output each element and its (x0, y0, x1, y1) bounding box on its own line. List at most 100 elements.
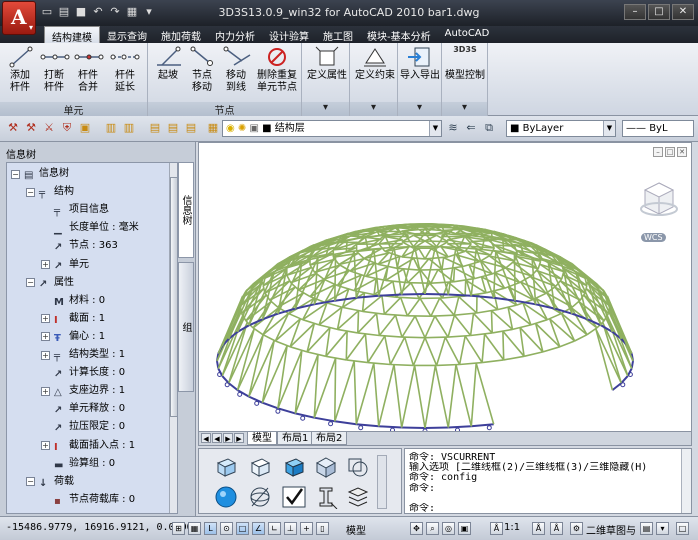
expand-icon[interactable]: + (41, 314, 50, 324)
tree-scrollbar[interactable] (169, 163, 177, 513)
side-tab-group[interactable]: 组 (178, 262, 194, 392)
viewport-close-icon[interactable]: ✕ (677, 147, 687, 157)
folder-icon[interactable]: ▤ (166, 121, 180, 135)
tree-item[interactable]: ▁ 长度单位 : 毫米 (54, 221, 139, 235)
layer-state-icon[interactable]: ≋ (446, 121, 460, 135)
tree-item[interactable]: ╤ 结构 (39, 185, 74, 199)
qp-icon[interactable]: ▯ (316, 522, 329, 535)
shape-overlap-icon[interactable] (345, 455, 371, 479)
annotation-scale-icon[interactable]: Å (490, 522, 503, 535)
tree-item[interactable]: ↗ 计算长度 : 0 (54, 366, 125, 380)
coordinate-readout[interactable]: -15486.9779, 16916.9121, 0.0000 (6, 522, 193, 533)
properties-icon[interactable]: ▥ (122, 121, 136, 135)
otrack-icon[interactable]: ∠ (252, 522, 265, 535)
ribbon-tab[interactable]: 内力分析 (208, 26, 262, 43)
linetype-combo[interactable]: ■ ByLayer ▼ (506, 120, 616, 137)
chevron-down-icon[interactable]: ▾ (398, 102, 441, 116)
scrollbar-thumb[interactable] (170, 177, 177, 417)
model-space-label[interactable]: 模型 (346, 522, 366, 537)
cube-realistic-icon[interactable] (313, 455, 339, 479)
tree-item[interactable]: M 材料 : 0 (54, 294, 105, 308)
last-layout-icon[interactable]: ▶ (234, 433, 244, 443)
tree-item[interactable]: ↗ 单元释放 : 0 (54, 402, 125, 416)
palette-scrollbar[interactable] (377, 455, 387, 509)
expand-icon[interactable]: + (41, 332, 50, 342)
axe-icon[interactable]: ⚔ (42, 121, 56, 135)
snap-icon[interactable]: ⊞ (172, 522, 185, 535)
zoom-icon[interactable]: ⌕ (426, 522, 439, 535)
node-move-button[interactable]: 节点 移动 (188, 45, 216, 94)
define-property-button[interactable]: 定义属性 (306, 45, 348, 82)
cube-hidden-icon[interactable] (247, 455, 273, 479)
properties-icon[interactable]: ▥ (104, 121, 118, 135)
cube-shaded-icon[interactable] (281, 455, 307, 479)
delete-duplicate-button[interactable]: 删除重复 单元节点 (254, 45, 300, 94)
ribbon-tab[interactable]: 施工图 (316, 26, 360, 43)
layer-previous-icon[interactable]: ⇐ (464, 121, 478, 135)
ribbon-tab[interactable]: 设计验算 (262, 26, 316, 43)
tree-item[interactable]: ↗ 节点 : 363 (54, 239, 118, 253)
prev-layout-icon[interactable]: ◀ (212, 433, 222, 443)
tree-item[interactable]: ↗ 属性 (39, 276, 74, 290)
first-layout-icon[interactable]: ◀ (201, 433, 211, 443)
tree-item[interactable]: Ŧ 偏心 : 1 (54, 330, 105, 344)
model-control-button[interactable]: 3D3S 模型控制 (444, 45, 486, 82)
workspace-gear-icon[interactable]: ⚙ (570, 522, 583, 535)
layer-stack-icon[interactable] (345, 485, 371, 509)
collapse-icon[interactable]: − (11, 169, 20, 179)
grid-icon[interactable]: ▦ (188, 522, 201, 535)
ribbon-tab[interactable]: AutoCAD (438, 26, 497, 43)
layer-iso-icon[interactable]: ⧉ (482, 121, 496, 135)
collapse-icon[interactable]: − (26, 187, 35, 197)
ribbon-tab[interactable]: 模块-基本分析 (360, 26, 438, 43)
expand-icon[interactable]: + (41, 441, 50, 450)
layout-tab-layout2[interactable]: 布局2 (311, 432, 348, 445)
auto-scale-icon[interactable]: Å (550, 522, 563, 535)
extend-member-button[interactable]: 杆件 延长 (108, 45, 142, 94)
command-window[interactable]: 命令: VSCURRENT 输入选项 [二维线框(2)/三维线框(3)/三维隐藏(… (404, 448, 692, 514)
sphere-icon[interactable] (213, 485, 239, 509)
tree-item[interactable]: I 截面 : 1 (54, 312, 105, 326)
tree-item[interactable]: ▤ 信息树 (24, 167, 69, 181)
ducs-icon[interactable]: ∟ (268, 522, 281, 535)
layer-manager-icon[interactable]: ▦ (206, 121, 220, 135)
tree-item[interactable]: ↗ 拉压限定 : 0 (54, 420, 125, 434)
isolate-icon[interactable]: ▾ (656, 522, 669, 535)
viewcube-icon[interactable] (639, 179, 679, 229)
layout-tab-model[interactable]: 模型 (247, 432, 277, 445)
sphere-wireframe-icon[interactable] (247, 485, 273, 509)
hammer-icon[interactable]: ⚒ (24, 121, 38, 135)
tree-item[interactable]: ▪ 节点荷载库 : 0 (54, 493, 135, 507)
chevron-down-icon[interactable]: ▾ (302, 102, 349, 116)
expand-icon[interactable]: + (41, 386, 50, 396)
expand-icon[interactable]: + (41, 260, 50, 269)
expand-icon[interactable]: + (41, 350, 50, 360)
application-menu-button[interactable]: A ▾ (2, 1, 36, 35)
ribbon-tab[interactable]: 结构建模 (44, 26, 100, 44)
pan-icon[interactable]: ✥ (410, 522, 423, 535)
collapse-icon[interactable]: − (26, 477, 35, 487)
layer-combo[interactable]: ◉ ✺ ▣ ■ 结构层 ▼ (222, 120, 442, 137)
import-export-button[interactable]: 导入导出 (400, 45, 440, 82)
tree-item[interactable]: ╤ 结构类型 : 1 (54, 348, 125, 362)
merge-member-button[interactable]: 杆件 合并 (74, 45, 104, 94)
tree-item[interactable]: ↗ 单元 (54, 258, 89, 272)
wcs-badge[interactable]: WCS (641, 233, 666, 242)
cube-wireframe-icon[interactable] (213, 455, 239, 479)
checkmark-icon[interactable] (281, 485, 307, 509)
i-beam-section-icon[interactable] (313, 485, 339, 509)
slope-button[interactable]: 起坡 (154, 45, 182, 82)
next-layout-icon[interactable]: ▶ (223, 433, 233, 443)
steering-wheel-icon[interactable]: ◎ (442, 522, 455, 535)
tree-item[interactable]: ↓ 荷载 (39, 475, 74, 489)
layout-tab-layout1[interactable]: 布局1 (277, 432, 314, 445)
hammer-icon[interactable]: ⚒ (6, 121, 20, 135)
folder-icon[interactable]: ▤ (184, 121, 198, 135)
clean-screen-icon[interactable]: □ (676, 522, 689, 535)
ribbon-tab[interactable]: 施加荷载 (154, 26, 208, 43)
tree-item[interactable]: △ 支座边界 : 1 (54, 384, 125, 398)
command-scrollbar[interactable] (681, 449, 691, 513)
toolbar-lock-icon[interactable]: ▤ (640, 522, 653, 535)
move-to-line-button[interactable]: 移动 到线 (222, 45, 251, 94)
maximize-button[interactable]: □ (648, 4, 670, 20)
